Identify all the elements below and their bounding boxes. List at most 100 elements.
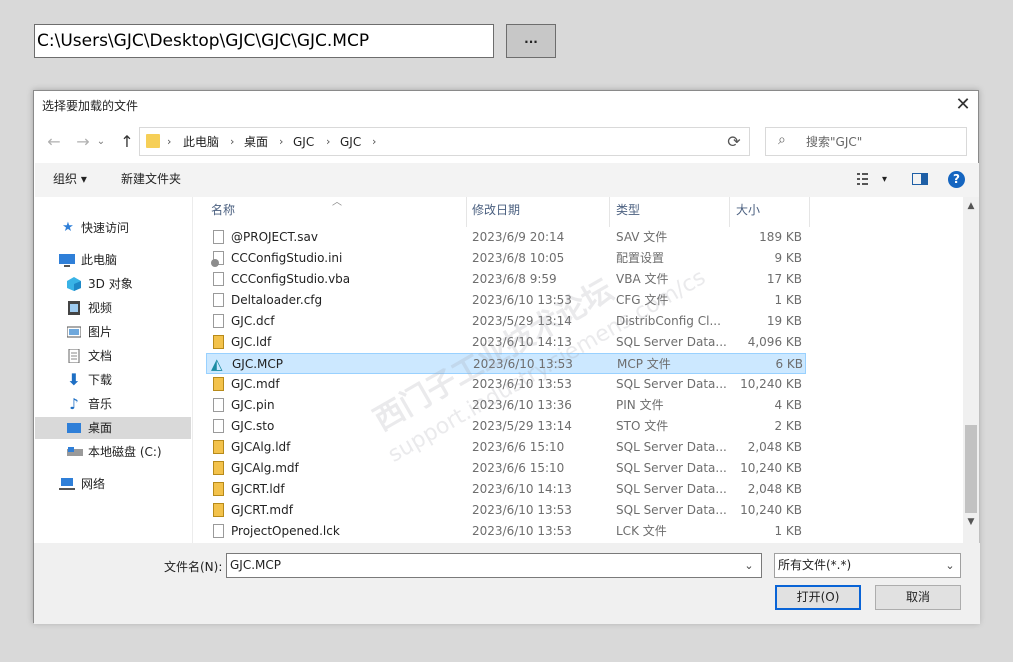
open-file-dialog: 选择要加载的文件 ✕ ← → ⌄ ↑ › 此电脑 › 桌面 › GJC › GJ… — [33, 90, 980, 624]
file-row[interactable]: CCConfigStudio.vba 2023/6/8 9:59 VBA 文件 17 … — [206, 269, 806, 290]
music-icon: ♪ — [69, 395, 79, 413]
file-date: 2023/5/29 13:14 — [472, 419, 572, 433]
column-separator[interactable] — [809, 197, 810, 227]
cancel-button[interactable]: 取消 — [875, 585, 961, 610]
file-row[interactable]: GJCRT.ldf 2023/6/10 14:13 SQL Server Data.… — [206, 479, 806, 500]
file-type: STO 文件 — [616, 419, 669, 433]
file-name: GJC.mdf — [231, 377, 280, 391]
search-input[interactable]: ⌕ 搜索"GJC" — [765, 127, 967, 156]
drive-icon — [67, 445, 83, 459]
file-type: SQL Server Data... — [616, 461, 727, 475]
sidebar-item-local-disk[interactable]: 本地磁盘 (C:) — [35, 441, 191, 463]
open-button[interactable]: 打开(O) — [775, 585, 861, 610]
organize-button[interactable]: 组织 ▾ — [53, 163, 87, 196]
sidebar-item-music[interactable]: ♪ 音乐 — [35, 393, 191, 415]
dialog-title: 选择要加载的文件 — [42, 99, 139, 113]
sidebar-item-quick-access[interactable]: ★ 快速访问 — [35, 217, 191, 239]
column-header-name[interactable]: 名称 — [211, 197, 235, 227]
column-header-size[interactable]: 大小 — [736, 197, 760, 227]
scroll-down-icon[interactable]: ▼ — [963, 515, 979, 529]
view-dropdown-icon[interactable]: ▾ — [882, 163, 887, 196]
breadcrumb-this-pc[interactable]: 此电脑 — [183, 128, 219, 156]
sidebar-item-downloads[interactable]: ⬇ 下载 — [35, 369, 191, 391]
document-icon — [67, 348, 81, 364]
database-file-icon — [213, 335, 224, 349]
file-row[interactable]: GJC.ldf 2023/6/10 14:13 SQL Server Data...… — [206, 332, 806, 353]
file-type: SAV 文件 — [616, 230, 668, 244]
column-separator[interactable] — [609, 197, 610, 227]
file-row[interactable]: GJC.dcf 2023/5/29 13:14 DistribConfig Cl..… — [206, 311, 806, 332]
breadcrumb-gjc-1[interactable]: GJC — [293, 128, 314, 156]
sidebar-item-pictures[interactable]: 图片 — [35, 321, 191, 343]
help-icon[interactable]: ? — [948, 171, 965, 188]
file-row[interactable]: GJCAlg.ldf 2023/6/6 15:10 SQL Server Data.… — [206, 437, 806, 458]
breadcrumb-gjc-2[interactable]: GJC — [340, 128, 361, 156]
file-row[interactable]: GJC.pin 2023/6/10 13:36 PIN 文件 4 KB — [206, 395, 806, 416]
recent-dropdown-icon[interactable]: ⌄ — [94, 131, 108, 155]
sidebar-item-this-pc[interactable]: 此电脑 — [35, 249, 191, 271]
filename-input[interactable]: GJC.MCP ⌄ — [226, 553, 762, 578]
sidebar-item-label: 本地磁盘 (C:) — [88, 445, 162, 459]
file-icon — [213, 272, 224, 286]
file-type: SQL Server Data... — [616, 440, 727, 454]
file-name: CCConfigStudio.vba — [231, 272, 351, 286]
mcp-file-icon: ◭ — [211, 355, 223, 373]
file-size: 1 KB — [774, 524, 802, 538]
file-row[interactable]: @PROJECT.sav 2023/6/9 20:14 SAV 文件 189 KB — [206, 227, 806, 248]
scrollbar-thumb[interactable] — [965, 425, 977, 513]
close-icon[interactable]: ✕ — [950, 93, 976, 117]
sidebar-item-desktop[interactable]: 桌面 — [35, 417, 191, 439]
browse-button[interactable]: ... — [506, 24, 556, 58]
file-size: 6 KB — [775, 357, 803, 371]
database-file-icon — [213, 461, 224, 475]
scroll-up-icon[interactable]: ▲ — [963, 199, 979, 213]
file-icon — [213, 524, 224, 538]
file-size: 9 KB — [774, 251, 802, 265]
search-icon: ⌕ — [778, 132, 786, 148]
breadcrumb-separator: › — [167, 135, 172, 148]
path-input[interactable]: C:\Users\GJC\Desktop\GJC\GJC\GJC.MCP — [34, 24, 494, 58]
file-row[interactable]: CCConfigStudio.ini 2023/6/8 10:05 配置设置 9 KB — [206, 248, 806, 269]
up-icon[interactable]: ↑ — [115, 131, 139, 155]
sidebar-item-network[interactable]: 网络 — [35, 473, 191, 495]
column-separator[interactable] — [466, 197, 467, 227]
view-options-icon[interactable] — [857, 172, 873, 186]
file-row[interactable]: GJC.mdf 2023/6/10 13:53 SQL Server Data...… — [206, 374, 806, 395]
column-separator[interactable] — [729, 197, 730, 227]
file-row[interactable]: GJCAlg.mdf 2023/6/6 15:10 SQL Server Data.… — [206, 458, 806, 479]
file-name: GJCRT.ldf — [231, 482, 285, 496]
sidebar-item-documents[interactable]: 文档 — [35, 345, 191, 367]
file-row[interactable]: ProjectOpened.lck 2023/6/10 13:53 LCK 文件 1 … — [206, 521, 806, 542]
file-date: 2023/6/10 14:13 — [472, 482, 572, 496]
file-name: GJC.MCP — [232, 357, 283, 371]
file-type: SQL Server Data... — [616, 377, 727, 391]
new-folder-button[interactable]: 新建文件夹 — [121, 163, 181, 196]
column-header-type[interactable]: 类型 — [616, 197, 640, 227]
column-header-date[interactable]: 修改日期 — [472, 197, 520, 227]
file-name: GJC.dcf — [231, 314, 275, 328]
address-bar[interactable]: › 此电脑 › 桌面 › GJC › GJC › ⌄ — [139, 127, 812, 156]
breadcrumb-separator: › — [230, 135, 235, 148]
chevron-down-icon[interactable]: ⌄ — [940, 554, 960, 577]
forward-icon[interactable]: → — [71, 131, 95, 155]
file-row[interactable]: Deltaloader.cfg 2023/6/10 13:53 CFG 文件 1 KB — [206, 290, 806, 311]
file-name: GJC.pin — [231, 398, 275, 412]
sidebar-item-videos[interactable]: 视频 — [35, 297, 191, 319]
back-icon[interactable]: ← — [42, 131, 66, 155]
chevron-down-icon[interactable]: ⌄ — [739, 554, 759, 577]
filetype-select[interactable]: 所有文件(*.*) ⌄ — [774, 553, 961, 578]
vertical-scrollbar[interactable]: ▲ ▼ — [963, 197, 979, 543]
file-row[interactable]: GJC.sto 2023/5/29 13:14 STO 文件 2 KB — [206, 416, 806, 437]
refresh-icon[interactable]: ⟳ — [719, 127, 750, 156]
file-row[interactable]: GJCRT.mdf 2023/6/10 13:53 SQL Server Data.… — [206, 500, 806, 521]
preview-pane-icon[interactable] — [912, 173, 928, 185]
sort-arrow-icon: ︿ — [332, 197, 342, 208]
file-date: 2023/6/6 15:10 — [472, 461, 565, 475]
file-row[interactable]: ◭ GJC.MCP 2023/6/10 13:53 MCP 文件 6 KB — [206, 353, 806, 374]
sidebar-item-label: 视频 — [88, 301, 113, 315]
sidebar-item-3d-objects[interactable]: 3D 对象 — [35, 273, 191, 295]
computer-icon — [59, 253, 75, 267]
file-name: GJCRT.mdf — [231, 503, 293, 517]
breadcrumb-desktop[interactable]: 桌面 — [244, 128, 268, 156]
file-date: 2023/6/10 14:13 — [472, 335, 572, 349]
